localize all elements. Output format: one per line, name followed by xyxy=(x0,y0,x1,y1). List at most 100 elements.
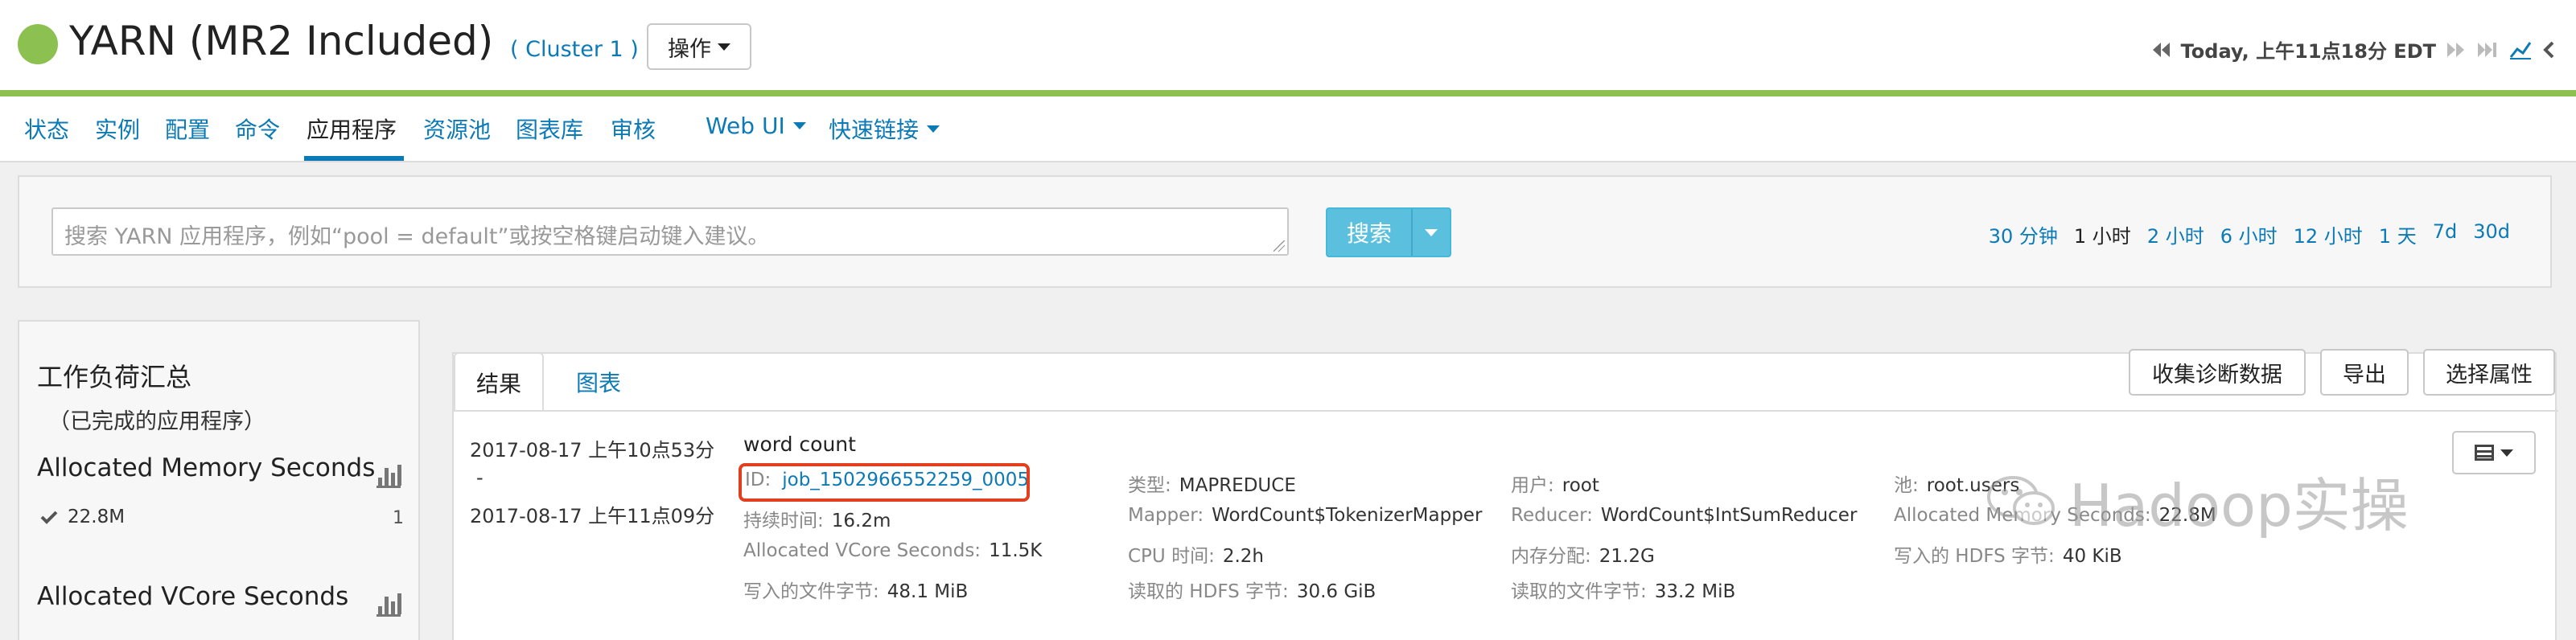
field-label: 类型: xyxy=(1128,475,1171,496)
field-value: 33.2 MiB xyxy=(1654,581,1736,602)
range-1d[interactable]: 1 天 xyxy=(2379,220,2417,248)
range-2h[interactable]: 2 小时 xyxy=(2147,220,2204,248)
field-label: 内存分配: xyxy=(1511,546,1591,567)
field-label: 池: xyxy=(1894,475,1919,496)
time-separator: - xyxy=(476,466,484,489)
wechat-icon xyxy=(1987,475,2055,525)
range-6h[interactable]: 6 小时 xyxy=(2220,220,2278,248)
tab-quick-links[interactable]: 快速链接 xyxy=(829,113,940,145)
tab-audits[interactable]: 审核 xyxy=(611,113,656,145)
job-end-time: 2017-08-17 上午11点09分 xyxy=(470,505,715,527)
metric-value-row[interactable]: 22.8M xyxy=(40,507,125,527)
field-reducer: Reducer: WordCount$IntSumReducer xyxy=(1511,505,1857,526)
field-value: 21.2G xyxy=(1599,546,1655,567)
field-cpu-time: CPU 时间: 2.2h xyxy=(1128,540,1264,568)
field-value: WordCount$IntSumReducer xyxy=(1600,505,1858,526)
checkmark-icon xyxy=(40,511,58,524)
skip-to-now-icon[interactable] xyxy=(2476,41,2499,59)
chevron-down-icon xyxy=(718,43,730,51)
chevron-down-icon xyxy=(792,122,806,129)
field-written-bytes: 写入的文件字节: 48.1 MiB xyxy=(743,576,968,603)
field-label: Allocated VCore Seconds: xyxy=(743,540,981,561)
range-30m[interactable]: 30 分钟 xyxy=(1989,220,2058,248)
field-label: Reducer: xyxy=(1511,505,1593,526)
field-label: 读取的文件字节: xyxy=(1511,581,1647,602)
range-30d[interactable]: 30d xyxy=(2473,220,2510,248)
field-value: MAPREDUCE xyxy=(1179,475,1296,496)
tab-results[interactable]: 结果 xyxy=(454,352,545,412)
metric-allocated-memory[interactable]: Allocated Memory Seconds xyxy=(37,453,375,482)
field-label: 写入的 HDFS 字节: xyxy=(1894,546,2055,567)
table-icon xyxy=(2475,445,2494,461)
collect-diagnostics-button[interactable]: 收集诊断数据 xyxy=(2129,349,2306,396)
field-value: 48.1 MiB xyxy=(887,581,969,602)
tab-charts[interactable]: 图表 xyxy=(555,354,642,410)
cluster-link[interactable]: ( Cluster 1 ) xyxy=(510,37,639,62)
metric-allocated-vcore[interactable]: Allocated VCore Seconds xyxy=(37,582,348,611)
search-placeholder: 搜索 YARN 应用程序，例如“pool = default”或按空格键启动键入… xyxy=(64,224,770,249)
line-chart-icon[interactable] xyxy=(2508,39,2533,60)
bar-chart-icon[interactable] xyxy=(377,465,401,488)
range-12h[interactable]: 12 小时 xyxy=(2294,220,2363,248)
active-tab-indicator xyxy=(304,156,404,161)
field-hdfs-read: 读取的 HDFS 字节: 30.6 GiB xyxy=(1128,576,1376,603)
current-time-label[interactable]: Today, 上午11点18分 EDT xyxy=(2181,35,2436,64)
field-allocated-vcore: Allocated VCore Seconds: 11.5K xyxy=(743,540,1042,561)
tab-applications[interactable]: 应用程序 xyxy=(307,113,397,145)
search-input[interactable]: 搜索 YARN 应用程序，例如“pool = default”或按空格键启动键入… xyxy=(51,207,1289,256)
field-memory: 内存分配: 21.2G xyxy=(1511,540,1655,568)
status-bar xyxy=(0,90,2576,96)
job-start-time: 2017-08-17 上午10点53分 xyxy=(470,439,715,462)
field-label: Mapper: xyxy=(1128,505,1204,526)
step-forward-icon[interactable] xyxy=(2446,41,2467,59)
search-button-label: 搜索 xyxy=(1327,209,1413,256)
field-value: root xyxy=(1562,475,1599,496)
resize-handle-icon[interactable] xyxy=(1274,240,1285,252)
service-nav: 状态 实例 配置 命令 应用程序 资源池 图表库 审核 Web UI 快速链接 xyxy=(0,96,2576,162)
summary-title: 工作负荷汇总 xyxy=(37,362,192,392)
range-7d[interactable]: 7d xyxy=(2433,220,2458,248)
field-value: 30.6 GiB xyxy=(1296,581,1376,602)
time-range-selector: 30 分钟 1 小时 2 小时 6 小时 12 小时 1 天 7d 30d xyxy=(1989,220,2510,248)
tab-chart-library[interactable]: 图表库 xyxy=(516,113,583,145)
tab-commands[interactable]: 命令 xyxy=(235,113,280,145)
chevron-left-icon[interactable] xyxy=(2542,40,2555,59)
tab-web-ui[interactable]: Web UI xyxy=(706,113,806,139)
service-header: YARN (MR2 Included) ( Cluster 1 ) 操作 Tod… xyxy=(0,0,2576,96)
select-attributes-button[interactable]: 选择属性 xyxy=(2423,349,2555,396)
search-button[interactable]: 搜索 xyxy=(1326,207,1451,257)
export-button[interactable]: 导出 xyxy=(2320,349,2409,396)
job-name: word count xyxy=(743,433,856,456)
health-status-icon xyxy=(18,24,58,64)
field-label: CPU 时间: xyxy=(1128,546,1215,567)
highlight-annotation xyxy=(739,463,1030,502)
metric-value: 22.8M xyxy=(68,507,126,527)
field-user: 用户: root xyxy=(1511,470,1599,497)
watermark: Hadoop实操 xyxy=(1985,458,2409,543)
service-title: YARN (MR2 Included) xyxy=(69,18,494,64)
field-label: 读取的 HDFS 字节: xyxy=(1128,581,1289,602)
field-value: 11.5K xyxy=(989,540,1043,561)
tab-status[interactable]: 状态 xyxy=(24,113,69,145)
actions-button[interactable]: 操作 xyxy=(647,23,751,70)
chevron-down-icon xyxy=(1425,228,1438,236)
actions-button-label: 操作 xyxy=(668,36,711,62)
main-content: 搜索 YARN 应用程序，例如“pool = default”或按空格键启动键入… xyxy=(0,162,2576,640)
row-actions-button[interactable] xyxy=(2452,431,2536,474)
field-label: 用户: xyxy=(1511,475,1554,496)
bar-chart-icon[interactable] xyxy=(377,593,401,617)
tab-instances[interactable]: 实例 xyxy=(95,113,140,145)
field-value: 16.2m xyxy=(831,511,891,531)
chevron-down-icon xyxy=(2500,449,2513,457)
step-back-icon[interactable] xyxy=(2150,41,2171,59)
field-value: 40 KiB xyxy=(2062,546,2122,567)
tab-resource-pools[interactable]: 资源池 xyxy=(423,113,491,145)
workload-summary: 工作负荷汇总 （已完成的应用程序） Allocated Memory Secon… xyxy=(18,320,420,640)
field-hdfs-written: 写入的 HDFS 字节: 40 KiB xyxy=(1894,540,2122,568)
range-1h[interactable]: 1 小时 xyxy=(2074,220,2131,248)
summary-subtitle: （已完成的应用程序） xyxy=(48,409,265,434)
field-label: 持续时间: xyxy=(743,511,824,531)
search-options-toggle[interactable] xyxy=(1413,228,1450,236)
field-type: 类型: MAPREDUCE xyxy=(1128,470,1296,497)
tab-configuration[interactable]: 配置 xyxy=(165,113,210,145)
